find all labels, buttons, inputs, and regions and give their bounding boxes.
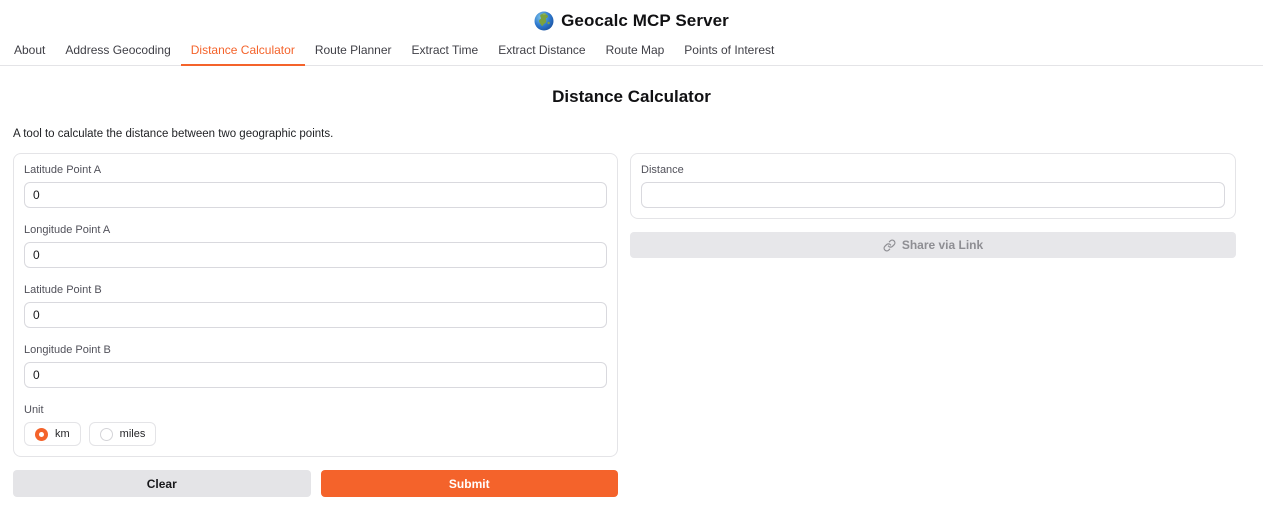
- radio-checked-icon: [35, 428, 48, 441]
- latitude-b-input[interactable]: [24, 302, 607, 328]
- app-root: Geocalc MCP Server About Address Geocodi…: [0, 0, 1263, 497]
- longitude-a-label: Longitude Point A: [24, 224, 607, 237]
- field-longitude-a: Longitude Point A: [24, 224, 607, 268]
- submit-button[interactable]: Submit: [321, 470, 619, 497]
- latitude-b-label: Latitude Point B: [24, 284, 607, 297]
- share-via-link-label: Share via Link: [902, 238, 983, 252]
- page-title: Distance Calculator: [0, 87, 1263, 107]
- tab-address-geocoding[interactable]: Address Geocoding: [55, 37, 180, 66]
- unit-km-label: km: [55, 428, 70, 440]
- tab-extract-time[interactable]: Extract Time: [402, 37, 489, 66]
- app-header: Geocalc MCP Server: [0, 0, 1263, 33]
- latitude-a-label: Latitude Point A: [24, 164, 607, 177]
- clear-button[interactable]: Clear: [13, 470, 311, 497]
- main-content: Latitude Point A Longitude Point A Latit…: [0, 140, 1263, 497]
- longitude-b-input[interactable]: [24, 362, 607, 388]
- longitude-b-label: Longitude Point B: [24, 344, 607, 357]
- tab-route-planner[interactable]: Route Planner: [305, 37, 402, 66]
- form-buttons: Clear Submit: [13, 470, 618, 497]
- globe-icon: [534, 11, 554, 31]
- field-latitude-a: Latitude Point A: [24, 164, 607, 208]
- tab-points-of-interest[interactable]: Points of Interest: [674, 37, 784, 66]
- tab-bar: About Address Geocoding Distance Calcula…: [0, 37, 1263, 66]
- unit-miles-label: miles: [120, 428, 146, 440]
- tab-about[interactable]: About: [4, 37, 55, 66]
- tab-route-map[interactable]: Route Map: [596, 37, 675, 66]
- input-column: Latitude Point A Longitude Point A Latit…: [13, 153, 618, 497]
- input-card: Latitude Point A Longitude Point A Latit…: [13, 153, 618, 457]
- latitude-a-input[interactable]: [24, 182, 607, 208]
- longitude-a-input[interactable]: [24, 242, 607, 268]
- output-card: Distance: [630, 153, 1236, 219]
- unit-miles-radio[interactable]: miles: [89, 422, 157, 446]
- unit-radio-group: km miles: [24, 422, 607, 446]
- app-title: Geocalc MCP Server: [561, 11, 729, 31]
- link-icon: [883, 239, 896, 252]
- page-description: A tool to calculate the distance between…: [13, 128, 1250, 140]
- radio-unchecked-icon: [100, 428, 113, 441]
- distance-label: Distance: [641, 164, 1225, 177]
- distance-output-input[interactable]: [641, 182, 1225, 208]
- tab-extract-distance[interactable]: Extract Distance: [488, 37, 595, 66]
- field-latitude-b: Latitude Point B: [24, 284, 607, 328]
- output-column: Distance Share via Link: [630, 153, 1236, 258]
- tab-distance-calculator[interactable]: Distance Calculator: [181, 37, 305, 66]
- field-distance: Distance: [641, 164, 1225, 208]
- share-via-link-button[interactable]: Share via Link: [630, 232, 1236, 258]
- field-unit: Unit km miles: [24, 404, 607, 446]
- field-longitude-b: Longitude Point B: [24, 344, 607, 388]
- unit-label: Unit: [24, 404, 607, 417]
- unit-km-radio[interactable]: km: [24, 422, 81, 446]
